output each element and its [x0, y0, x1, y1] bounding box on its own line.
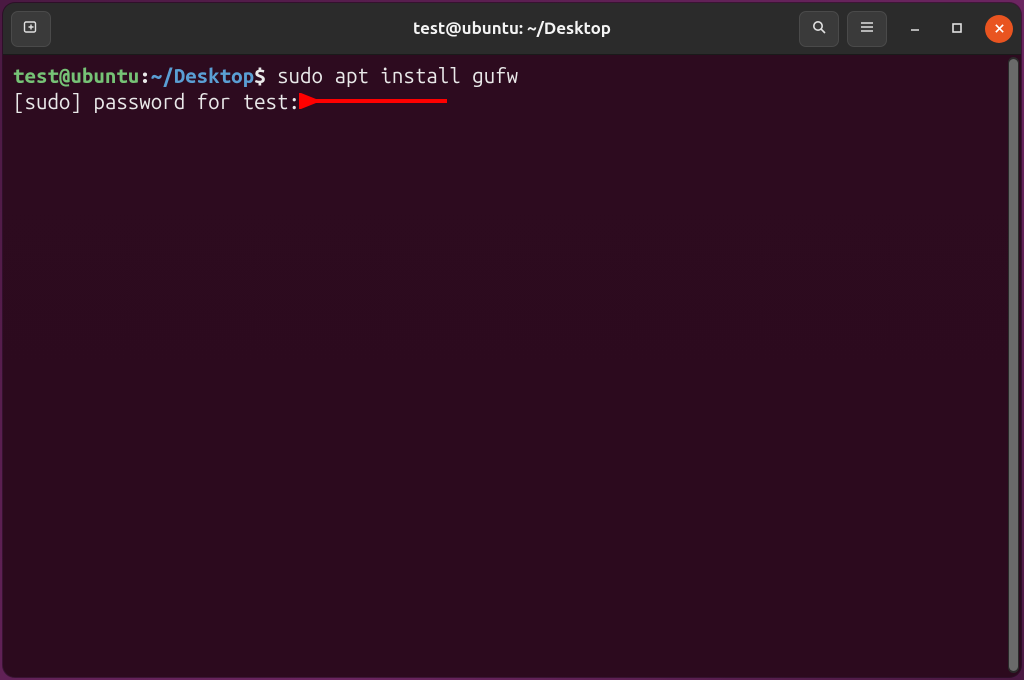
sudo-password-prompt: [sudo] password for test:	[13, 90, 311, 113]
menu-button[interactable]	[847, 11, 887, 47]
command-text	[266, 64, 277, 87]
close-icon	[994, 20, 1005, 38]
prompt-user-host: test@ubuntu	[13, 64, 139, 87]
close-button[interactable]	[985, 15, 1013, 43]
prompt-symbol: $	[254, 64, 265, 87]
command-text-value: sudo apt install gufw	[277, 64, 518, 87]
maximize-button[interactable]	[943, 15, 971, 43]
minimize-icon	[909, 20, 921, 38]
maximize-icon	[951, 20, 963, 38]
hamburger-icon	[859, 19, 875, 39]
terminal-line-2: [sudo] password for test:	[13, 89, 1011, 115]
prompt-separator: :	[139, 64, 150, 87]
scrollbar-vertical[interactable]	[1008, 57, 1019, 673]
titlebar-right	[799, 11, 1013, 47]
scroll-thumb[interactable]	[1009, 59, 1018, 671]
prompt-path: ~/Desktop	[151, 64, 254, 87]
new-tab-button[interactable]	[11, 11, 51, 47]
search-icon	[811, 19, 827, 39]
minimize-button[interactable]	[901, 15, 929, 43]
new-tab-icon	[23, 19, 39, 39]
search-button[interactable]	[799, 11, 839, 47]
terminal-body[interactable]: test@ubuntu:~/Desktop$ sudo apt install …	[3, 55, 1021, 677]
titlebar: test@ubuntu: ~/Desktop	[3, 3, 1021, 55]
titlebar-left	[11, 11, 51, 47]
terminal-line-1: test@ubuntu:~/Desktop$ sudo apt install …	[13, 63, 1011, 89]
window-title: test@ubuntu: ~/Desktop	[413, 19, 611, 38]
terminal-window: test@ubuntu: ~/Desktop	[3, 3, 1021, 677]
